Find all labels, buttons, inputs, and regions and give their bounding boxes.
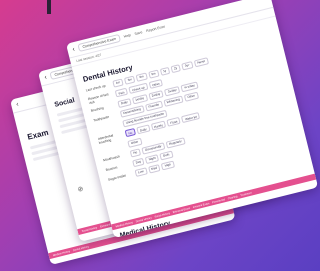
report-error-action[interactable]: Report Error bbox=[146, 25, 166, 34]
field-label: Sugar intake bbox=[107, 173, 127, 182]
tab[interactable]: Intraoral Exam bbox=[193, 202, 210, 209]
add-icon[interactable]: ⊕ bbox=[77, 185, 84, 194]
form-fields: Last check up 1m 3m 6m 9m 1y 2y 3y+ Never Reason … bbox=[77, 37, 305, 187]
option-chip[interactable]: High bbox=[160, 160, 175, 170]
tab[interactable]: Social History bbox=[154, 211, 170, 218]
tab[interactable]: Treatment bbox=[240, 191, 252, 197]
tab[interactable]: Medical History bbox=[52, 250, 70, 257]
tab[interactable]: Medical History bbox=[115, 221, 133, 228]
option-chip[interactable]: Low bbox=[134, 166, 148, 177]
tab[interactable]: Charting bbox=[227, 195, 237, 200]
tab[interactable]: Dental History bbox=[73, 245, 90, 252]
card-stack: ‹ Exam Medical History Dental History ‹ … bbox=[0, 0, 319, 271]
back-chevron-icon[interactable]: ‹ bbox=[72, 46, 76, 53]
tab[interactable]: Periodontal bbox=[212, 198, 225, 204]
save-action[interactable]: Save bbox=[134, 30, 143, 36]
tab[interactable]: Extraoral Exam bbox=[172, 206, 190, 213]
back-chevron-icon[interactable]: ‹ bbox=[44, 74, 48, 81]
option-chip[interactable]: Med bbox=[147, 163, 161, 174]
help-action[interactable]: Help bbox=[123, 33, 131, 39]
tab[interactable]: Social History bbox=[81, 226, 97, 233]
tab[interactable]: Dental History bbox=[135, 216, 152, 223]
back-chevron-icon[interactable]: ‹ bbox=[16, 101, 20, 108]
option-chip[interactable]: No bbox=[124, 127, 136, 138]
